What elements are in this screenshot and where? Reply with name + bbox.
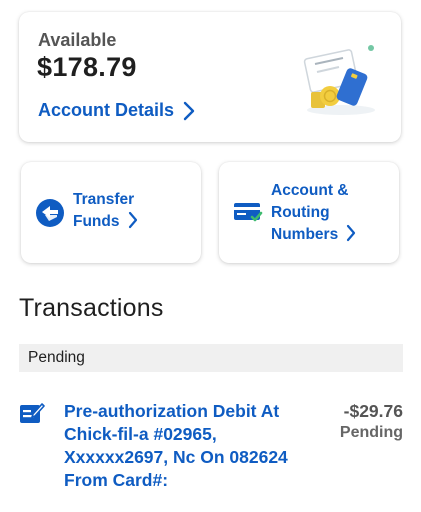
pending-section-label: Pending [28,349,85,366]
transaction-status: Pending [339,424,403,441]
transfer-funds-label: Transfer Funds [73,189,138,233]
transactions-heading: Transactions [19,294,164,322]
account-details-link[interactable]: Account Details [38,100,195,121]
card-transaction-icon [20,403,45,423]
available-balance: $178.79 [37,52,137,82]
chevron-right-icon [128,211,137,229]
transaction-amount: -$29.76 [343,401,403,421]
transfer-arrows-icon [36,199,64,227]
account-details-label: Account Details [38,100,175,120]
chevron-right-icon [183,101,195,120]
account-routing-numbers-button[interactable]: Account & Routing Numbers [219,162,399,263]
balance-card: Available $178.79 Account Details [19,12,401,142]
available-label: Available [38,30,117,50]
pending-section-header: Pending [19,344,403,372]
transfer-funds-button[interactable]: Transfer Funds [21,162,201,263]
transaction-row[interactable]: Pre-authorization Debit At Chick-fil-a #… [0,395,421,512]
account-routing-label: Account & Routing Numbers [271,180,356,246]
chevron-right-icon [347,224,356,242]
card-check-icon [234,203,263,222]
transaction-description: Pre-authorization Debit At Chick-fil-a #… [64,401,288,490]
wallet-illustration-icon [303,45,375,115]
